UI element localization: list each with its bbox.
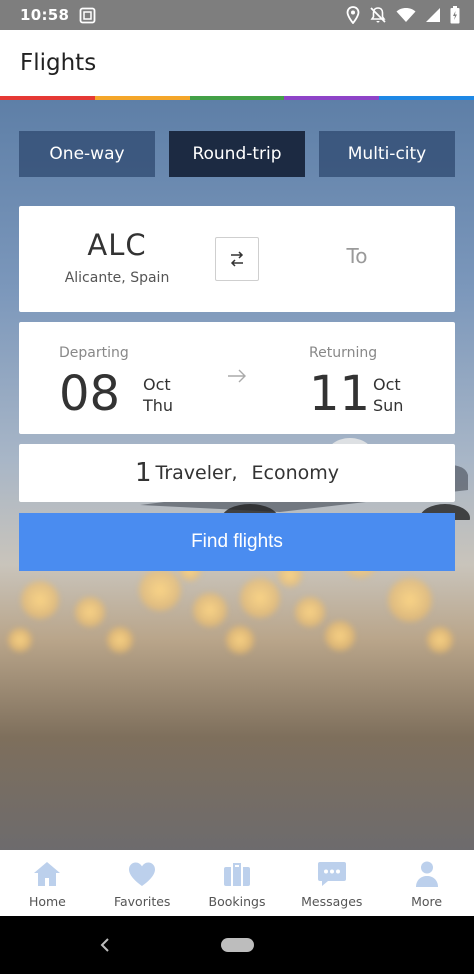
- bokeh-light: [226, 626, 254, 654]
- notifications-off-icon: [369, 6, 387, 24]
- origin-code: ALC: [87, 228, 147, 262]
- signal-icon: [425, 7, 441, 23]
- nav-home-label: Home: [28, 894, 66, 909]
- bokeh-light: [295, 597, 325, 627]
- returning-label: Returning: [309, 345, 378, 361]
- nav-messages-label: Messages: [301, 894, 363, 909]
- nav-bookings-label: Bookings: [208, 894, 266, 909]
- bokeh-light: [427, 627, 453, 653]
- departing-weekday: Thu: [143, 396, 174, 415]
- traveler-count: 1: [134, 458, 152, 488]
- bokeh-light: [240, 578, 280, 618]
- dates-card: Departing 08 Oct Thu Returning 11 Oct Su…: [19, 322, 455, 434]
- briefcase-icon: [223, 863, 250, 886]
- bokeh-light: [107, 627, 133, 653]
- heart-icon: [129, 862, 156, 886]
- departing-month-weekday: Oct Thu: [143, 374, 173, 416]
- page-title: Flights: [20, 50, 97, 76]
- swap-icon: [230, 251, 244, 267]
- tab-one-way[interactable]: One-way: [19, 131, 155, 177]
- returning-month-weekday: Oct Sun: [373, 374, 403, 416]
- travelers-selector[interactable]: 1 Traveler, Economy: [19, 444, 455, 502]
- arrow-right-icon: [228, 369, 246, 383]
- nav-more[interactable]: More: [379, 850, 474, 916]
- wifi-icon: [396, 7, 416, 23]
- origin-selector[interactable]: ALC Alicante, Spain: [19, 228, 215, 286]
- departing-day: 08: [59, 366, 121, 422]
- bokeh-light: [75, 597, 105, 627]
- back-icon[interactable]: [98, 936, 112, 954]
- person-icon: [415, 861, 438, 887]
- home-icon: [34, 862, 61, 886]
- bokeh-light: [21, 581, 59, 619]
- system-navigation-bar: [0, 916, 474, 974]
- returning-month: Oct: [373, 375, 401, 394]
- cabin-class: Economy: [251, 462, 340, 484]
- origin-city: Alicante, Spain: [64, 270, 170, 286]
- traveler-label: Traveler,: [155, 462, 238, 484]
- chat-icon: [317, 862, 346, 886]
- nav-bookings[interactable]: Bookings: [190, 850, 285, 916]
- nav-messages[interactable]: Messages: [284, 850, 379, 916]
- find-flights-button[interactable]: Find flights: [19, 513, 455, 571]
- bokeh-light: [8, 628, 32, 652]
- nav-home[interactable]: Home: [0, 850, 95, 916]
- battery-icon: [450, 6, 460, 24]
- location-icon: [346, 6, 360, 24]
- bottom-navigation: Home Favorites Bookings Messages More: [0, 850, 474, 916]
- nav-more-label: More: [411, 894, 443, 909]
- nav-favorites[interactable]: Favorites: [95, 850, 190, 916]
- bokeh-light: [325, 621, 355, 651]
- returning-day: 11: [309, 366, 371, 422]
- destination-selector[interactable]: To: [259, 244, 455, 268]
- status-bar: 10:58: [0, 0, 474, 30]
- nav-favorites-label: Favorites: [113, 894, 171, 909]
- home-gesture-pill[interactable]: [221, 938, 254, 952]
- screenshot-notification-icon: [79, 7, 96, 24]
- route-card: ALC Alicante, Spain To: [19, 206, 455, 312]
- returning-weekday: Sun: [373, 396, 404, 415]
- tab-multi-city[interactable]: Multi-city: [319, 131, 455, 177]
- app-bar: Flights: [0, 30, 474, 96]
- departing-label: Departing: [59, 345, 129, 361]
- bokeh-light: [139, 569, 181, 611]
- trip-type-tabs: One-way Round-trip Multi-city: [19, 131, 455, 177]
- status-time: 10:58: [20, 6, 70, 24]
- bokeh-light: [193, 593, 227, 627]
- swap-button[interactable]: [215, 237, 259, 281]
- tab-round-trip[interactable]: Round-trip: [169, 131, 305, 177]
- departing-month: Oct: [143, 375, 171, 394]
- bokeh-light: [388, 578, 432, 622]
